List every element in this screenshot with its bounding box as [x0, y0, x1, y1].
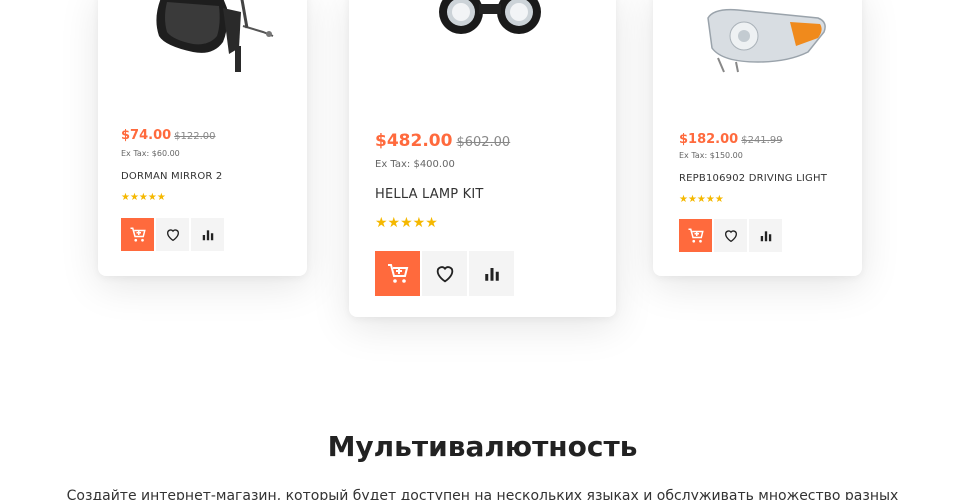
- add-to-cart-icon: [130, 227, 146, 242]
- price-new: $182.00: [679, 132, 739, 147]
- price-block: $482.00 $602.00: [375, 131, 510, 151]
- compare-icon: [202, 229, 213, 240]
- price-old: $241.99: [741, 135, 783, 146]
- product-name[interactable]: DORMAN MIRROR 2: [121, 171, 222, 182]
- price-new: $482.00: [375, 131, 453, 151]
- product-card: $182.00 $241.99 Ex Tax: $150.00 REPB1069…: [653, 0, 862, 276]
- compare-icon: [760, 230, 771, 241]
- rating-stars: ★★★★★: [121, 192, 166, 203]
- wishlist-button[interactable]: [714, 219, 747, 252]
- ex-tax: Ex Tax: $400.00: [375, 159, 455, 170]
- add-to-cart-button[interactable]: [121, 218, 154, 251]
- heart-icon: [724, 229, 737, 242]
- heart-icon: [166, 228, 179, 241]
- price-old: $602.00: [456, 135, 511, 150]
- wishlist-button[interactable]: [422, 251, 467, 296]
- product-actions: [375, 251, 514, 296]
- product-image[interactable]: [653, 0, 862, 88]
- rating-stars: ★★★★★: [679, 194, 724, 205]
- product-name[interactable]: HELLA LAMP KIT: [375, 187, 484, 202]
- product-actions: [679, 219, 782, 252]
- product-card: $482.00 $602.00 Ex Tax: $400.00 HELLA LA…: [349, 0, 616, 317]
- side-mirror-image: [155, 0, 273, 72]
- product-card: $74.00 $122.00 Ex Tax: $60.00 DORMAN MIR…: [98, 0, 307, 276]
- heart-icon: [436, 265, 453, 282]
- section-description: Создайте интернет-магазин, который будет…: [66, 488, 899, 500]
- fog-lamp-kit-image: [438, 0, 541, 34]
- price-old: $122.00: [174, 131, 216, 142]
- compare-button[interactable]: [191, 218, 224, 251]
- product-image[interactable]: [349, 0, 616, 48]
- ex-tax: Ex Tax: $60.00: [121, 149, 180, 158]
- product-image[interactable]: [98, 0, 307, 88]
- add-to-cart-icon: [387, 263, 408, 283]
- compare-button[interactable]: [749, 219, 782, 252]
- add-to-cart-icon: [688, 228, 704, 243]
- product-actions: [121, 218, 224, 251]
- add-to-cart-button[interactable]: [375, 251, 420, 296]
- compare-button[interactable]: [469, 251, 514, 296]
- ex-tax: Ex Tax: $150.00: [679, 151, 743, 160]
- product-name[interactable]: REPB106902 DRIVING LIGHT: [679, 173, 827, 184]
- section-title: Мультивалютность: [327, 430, 638, 463]
- wishlist-button[interactable]: [156, 218, 189, 251]
- price-new: $74.00: [121, 128, 172, 143]
- price-block: $182.00 $241.99: [679, 132, 783, 147]
- price-block: $74.00 $122.00: [121, 128, 216, 143]
- rating-stars: ★★★★★: [375, 215, 438, 231]
- add-to-cart-button[interactable]: [679, 219, 712, 252]
- headlight-image: [706, 8, 826, 73]
- compare-icon: [484, 267, 499, 281]
